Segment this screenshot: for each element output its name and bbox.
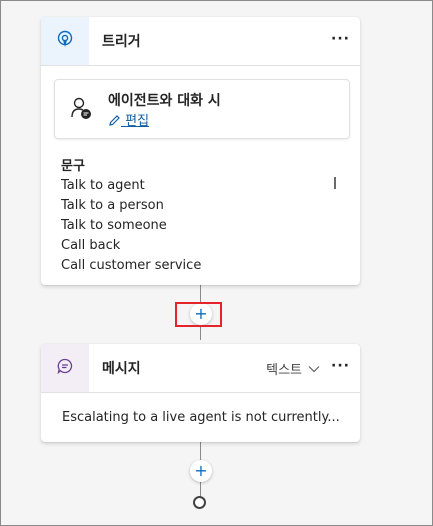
message-icon-tile: [41, 344, 89, 392]
trigger-node-header: 트리거 ···: [41, 17, 360, 66]
person-chat-icon: [71, 97, 93, 125]
trigger-condition-title: 에이전트와 대화 시: [108, 93, 221, 109]
trigger-node-card[interactable]: 트리거 ··· 에이전트와 대화 시 편집 문구 Talk to agent T…: [41, 17, 360, 285]
plus-icon: +: [194, 461, 208, 480]
phrase-item: Talk to a person: [61, 198, 164, 213]
phrase-item: Talk to agent: [61, 178, 145, 193]
message-type-dropdown[interactable]: 텍스트: [266, 359, 320, 378]
phrases-scrollbar[interactable]: [334, 177, 336, 189]
trigger-node-title: 트리거: [102, 34, 141, 50]
add-node-button-bottom[interactable]: +: [190, 460, 212, 482]
end-node-circle: [193, 496, 206, 509]
trigger-icon: [57, 30, 73, 52]
chat-bubble-icon: [57, 358, 73, 378]
phrases-heading: 문구: [61, 159, 85, 174]
phrases-list: Talk to agent Talk to a person Talk to s…: [61, 177, 201, 277]
message-node-title: 메시지: [102, 361, 141, 377]
highlight-box: [175, 302, 222, 327]
edit-trigger-link[interactable]: 편집: [108, 110, 149, 129]
phrase-item: Call customer service: [61, 258, 202, 273]
trigger-more-options-button[interactable]: ···: [331, 31, 350, 47]
trigger-icon-tile: [41, 17, 89, 65]
trigger-condition-card[interactable]: 에이전트와 대화 시 편집: [54, 79, 350, 139]
message-node-header: 메시지 텍스트 ···: [41, 344, 360, 393]
phrase-item: Talk to someone: [61, 218, 167, 233]
message-more-options-button[interactable]: ···: [331, 358, 350, 374]
message-body-text[interactable]: Escalating to a live agent is not curren…: [62, 410, 340, 425]
pencil-icon: [109, 115, 120, 126]
edit-trigger-label: 편집: [125, 114, 150, 129]
phrase-item: Call back: [61, 238, 121, 253]
message-node-card[interactable]: 메시지 텍스트 ··· Escalating to a live agent i…: [41, 344, 360, 442]
chevron-down-icon: [308, 365, 320, 372]
message-type-label: 텍스트: [266, 363, 302, 378]
